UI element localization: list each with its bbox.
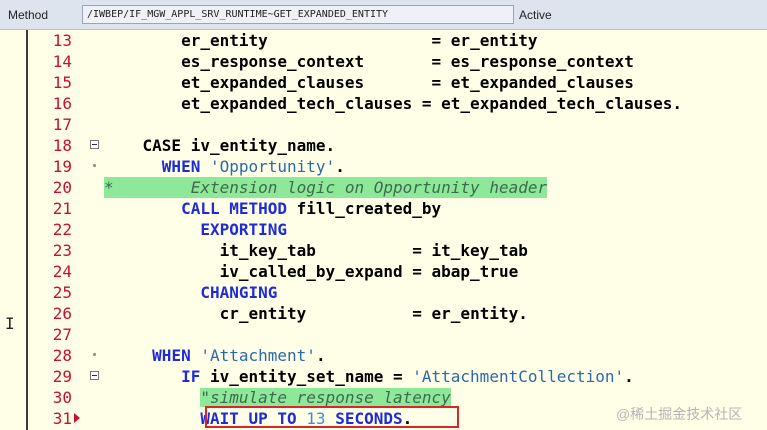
code-line[interactable]: 21 CALL METHOD fill_created_by [0, 198, 767, 219]
line-number: 20 [52, 178, 72, 197]
code-text: IF iv_entity_set_name = 'AttachmentColle… [181, 367, 634, 386]
code-text: et_expanded_tech_clauses = et_expanded_t… [181, 94, 682, 113]
method-label: Method [8, 8, 49, 22]
code-text: * Extension logic on Opportunity header [104, 177, 548, 198]
code-text: WHEN 'Attachment'. [152, 346, 326, 365]
line-number: 23 [52, 241, 72, 260]
code-line[interactable]: 20 * Extension logic on Opportunity heade… [0, 177, 767, 198]
line-number: 26 [52, 304, 72, 323]
code-text: CASE iv_entity_name. [142, 136, 336, 155]
line-number: 25 [52, 283, 72, 302]
breakpoint-arrow-icon [74, 413, 80, 423]
fold-dot-icon [93, 353, 96, 356]
code-text: er_entity = er_entity [181, 31, 538, 50]
code-text: CALL METHOD fill_created_by [181, 199, 442, 218]
code-line[interactable]: 29 IF iv_entity_set_name = 'AttachmentCo… [0, 366, 767, 387]
code-line[interactable]: 26 cr_entity = er_entity. [0, 303, 767, 324]
code-line[interactable]: 17 [0, 114, 767, 135]
collapse-icon[interactable] [90, 140, 99, 149]
line-number: 13 [52, 31, 72, 50]
line-number: 18 [52, 136, 72, 155]
code-line[interactable]: 27 [0, 324, 767, 345]
line-number: 22 [52, 220, 72, 239]
code-line[interactable]: 24 iv_called_by_expand = abap_true [0, 261, 767, 282]
code-line[interactable]: 14 es_response_context = es_response_con… [0, 51, 767, 72]
code-text: WHEN 'Opportunity'. [161, 157, 345, 176]
code-line[interactable]: 15 et_expanded_clauses = et_expanded_cla… [0, 72, 767, 93]
code-line[interactable]: 23 it_key_tab = it_key_tab [0, 240, 767, 261]
line-number: 14 [52, 52, 72, 71]
collapse-icon[interactable] [90, 371, 99, 380]
line-number: 28 [52, 346, 72, 365]
code-text: CHANGING [200, 283, 278, 302]
line-number: 31 [52, 409, 72, 428]
line-number: 24 [52, 262, 72, 281]
code-text: "simulate response latency [200, 388, 451, 407]
code-text: iv_called_by_expand = abap_true [219, 262, 519, 281]
code-text: es_response_context = es_response_contex… [181, 52, 634, 71]
line-number: 17 [52, 115, 72, 134]
method-header: Method /IWBEP/IF_MGW_APPL_SRV_RUNTIME~GE… [0, 0, 767, 30]
line-number: 27 [52, 325, 72, 344]
line-number: 29 [52, 367, 72, 386]
code-text: it_key_tab = it_key_tab [219, 241, 528, 260]
code-text: et_expanded_clauses = et_expanded_clause… [181, 73, 634, 92]
code-line[interactable]: 22 EXPORTING [0, 219, 767, 240]
code-text: cr_entity = er_entity. [219, 304, 528, 323]
watermark: @稀土掘金技术社区 [616, 406, 743, 422]
line-number: 16 [52, 94, 72, 113]
code-line[interactable]: 13 er_entity = er_entity [0, 30, 767, 51]
status-label: Active [519, 8, 552, 22]
code-line[interactable]: 16 et_expanded_tech_clauses = et_expande… [0, 93, 767, 114]
line-number: 15 [52, 73, 72, 92]
highlight-box [205, 406, 459, 428]
code-line[interactable]: 28 WHEN 'Attachment'. [0, 345, 767, 366]
code-text: EXPORTING [200, 220, 288, 239]
fold-dot-icon [93, 164, 96, 167]
code-line[interactable]: 19 WHEN 'Opportunity'. [0, 156, 767, 177]
method-path-field[interactable]: /IWBEP/IF_MGW_APPL_SRV_RUNTIME~GET_EXPAN… [82, 5, 514, 24]
code-line[interactable]: 25 CHANGING [0, 282, 767, 303]
line-number: 30 [52, 388, 72, 407]
line-number: 19 [52, 157, 72, 176]
line-number: 21 [52, 199, 72, 218]
code-line[interactable]: 18 CASE iv_entity_name. [0, 135, 767, 156]
